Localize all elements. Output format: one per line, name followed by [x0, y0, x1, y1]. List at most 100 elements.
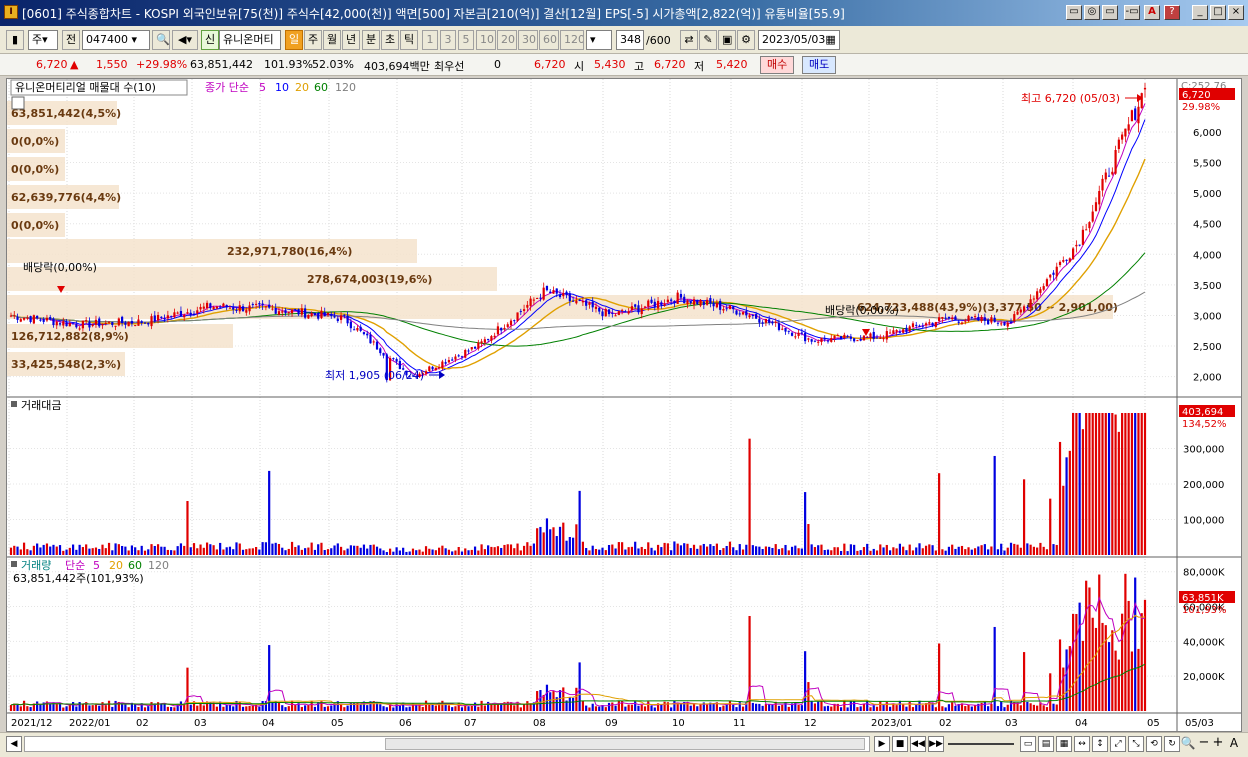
stock-chart-svg[interactable]: 63,851,442(4,5%) 0(0,0%) 0(0,0%) 62,639,776…	[7, 79, 1241, 731]
speed-slider[interactable]	[948, 743, 1014, 745]
font-icon[interactable]: A	[1144, 5, 1160, 20]
trade-value-bar	[258, 549, 261, 555]
settings-icon[interactable]: ⚙	[737, 30, 755, 50]
stock-name-field[interactable]: 유니온머티	[219, 30, 281, 50]
interval-20[interactable]: 20	[497, 30, 517, 50]
save-icon[interactable]: ▣	[718, 30, 736, 50]
trade-value-bar	[222, 549, 225, 555]
scroll-track[interactable]	[24, 736, 870, 752]
trade-value-bar	[1000, 543, 1003, 555]
interval-1[interactable]: 1	[422, 30, 438, 50]
candle-body	[911, 323, 915, 328]
zoom-in-icon[interactable]: +	[1210, 736, 1226, 752]
cursor-icon[interactable]: ⇄	[680, 30, 698, 50]
volume-bar	[826, 705, 830, 711]
period-minute-tab[interactable]: 분	[362, 30, 380, 50]
volume-bar	[839, 707, 843, 711]
volume-bar	[1107, 642, 1111, 711]
candle-body	[356, 327, 359, 331]
candle-body	[1121, 134, 1124, 140]
date-input[interactable]: 2023/05/03▦	[758, 30, 840, 50]
period-day-tab[interactable]: 일	[285, 30, 303, 50]
volume-bar	[670, 707, 673, 711]
play-icon[interactable]: ▶	[874, 736, 890, 752]
interval-120[interactable]: 120	[560, 30, 584, 50]
candle-body	[673, 300, 676, 303]
volume-bar	[480, 700, 483, 711]
period-month-tab[interactable]: 월	[323, 30, 341, 50]
volume-bar	[251, 705, 254, 711]
maximize-button[interactable]: □	[1210, 5, 1226, 20]
speaker-icon[interactable]: ◀▾	[172, 30, 198, 50]
period-year-tab[interactable]: 년	[342, 30, 360, 50]
window-icon[interactable]: ▭	[1102, 5, 1118, 20]
candle-body	[19, 319, 22, 322]
period-tick-tab[interactable]: 틱	[400, 30, 418, 50]
zoom-icon[interactable]: 🔍	[1180, 736, 1196, 752]
refresh-icon[interactable]: ↻	[1164, 736, 1180, 752]
chart-area[interactable]: 63,851,442(4,5%) 0(0,0%) 0(0,0%) 62,639,776…	[6, 78, 1242, 732]
grid-icon[interactable]: ▦	[1056, 736, 1072, 752]
axis-icon[interactable]: ⤡	[1128, 736, 1144, 752]
candle-body	[281, 311, 284, 313]
reset-icon[interactable]: ⟲	[1146, 736, 1162, 752]
stop-icon[interactable]: ■	[892, 736, 908, 752]
sell-button[interactable]: 매도	[802, 56, 837, 74]
trade-value-bar	[241, 549, 245, 555]
trade-value-bar	[1127, 413, 1130, 555]
trade-value-bar	[9, 547, 13, 555]
pin-icon[interactable]: -▭	[1124, 5, 1140, 20]
x-tick-label: 04	[1075, 718, 1088, 729]
volume-bar	[915, 704, 918, 711]
candle-body	[1104, 172, 1107, 180]
interval-custom-input[interactable]: ▾	[586, 30, 612, 50]
volume-bar	[1114, 650, 1117, 711]
candle-body	[647, 300, 650, 307]
stock-type-select[interactable]: 주▾	[28, 30, 58, 50]
axis-icon[interactable]: ⤢	[1110, 736, 1126, 752]
split-icon[interactable]: ▤	[1038, 736, 1054, 752]
interval-10[interactable]: 10	[476, 30, 496, 50]
volume-bar	[660, 704, 663, 711]
forward-icon[interactable]: ▶▶	[928, 736, 944, 752]
layout-icon[interactable]: ▭	[1020, 736, 1036, 752]
interval-3[interactable]: 3	[440, 30, 456, 50]
buy-button[interactable]: 매수	[760, 56, 795, 74]
minimize-button[interactable]: _	[1192, 5, 1208, 20]
auto-icon[interactable]: A	[1226, 736, 1242, 752]
link-icon[interactable]: ▭	[1066, 5, 1082, 20]
trade-value-bar	[16, 546, 19, 555]
close-button[interactable]: ×	[1228, 5, 1244, 20]
candle-body	[1003, 322, 1006, 326]
candle-body	[1085, 229, 1088, 231]
candle-body	[287, 311, 290, 313]
calendar-icon[interactable]: ▦	[825, 33, 835, 46]
help-icon[interactable]: ?	[1164, 5, 1180, 20]
stock-code-input[interactable]: 047400 ▾	[82, 30, 150, 50]
trade-value-bar	[251, 548, 254, 555]
period-second-tab[interactable]: 초	[381, 30, 399, 50]
interval-30[interactable]: 30	[518, 30, 538, 50]
search-icon[interactable]: 🔍	[152, 30, 170, 50]
scroll-left-icon[interactable]: ◀	[6, 736, 22, 752]
interval-5[interactable]: 5	[458, 30, 474, 50]
axis-icon[interactable]: ↕	[1092, 736, 1108, 752]
trade-value-bar	[45, 543, 49, 555]
interval-60[interactable]: 60	[539, 30, 559, 50]
sync-icon[interactable]: ◎	[1084, 5, 1100, 20]
pct-tag: 29.98%	[1182, 102, 1220, 113]
count-input[interactable]: 348	[616, 30, 644, 50]
candle-body	[807, 338, 810, 340]
period-week-tab[interactable]: 주	[304, 30, 322, 50]
candle-body	[42, 319, 45, 322]
candle-body	[137, 319, 140, 326]
chart-menu-icon[interactable]: ▮	[6, 30, 24, 50]
rewind-icon[interactable]: ◀◀	[910, 736, 926, 752]
table-icon[interactable]	[11, 96, 25, 110]
candle-body	[179, 310, 183, 317]
market-button[interactable]: 전	[62, 30, 80, 50]
draw-tool-icon[interactable]: ✎	[699, 30, 717, 50]
axis-icon[interactable]: ↔	[1074, 736, 1090, 752]
candle-body	[621, 309, 624, 311]
scroll-thumb[interactable]	[385, 738, 865, 750]
